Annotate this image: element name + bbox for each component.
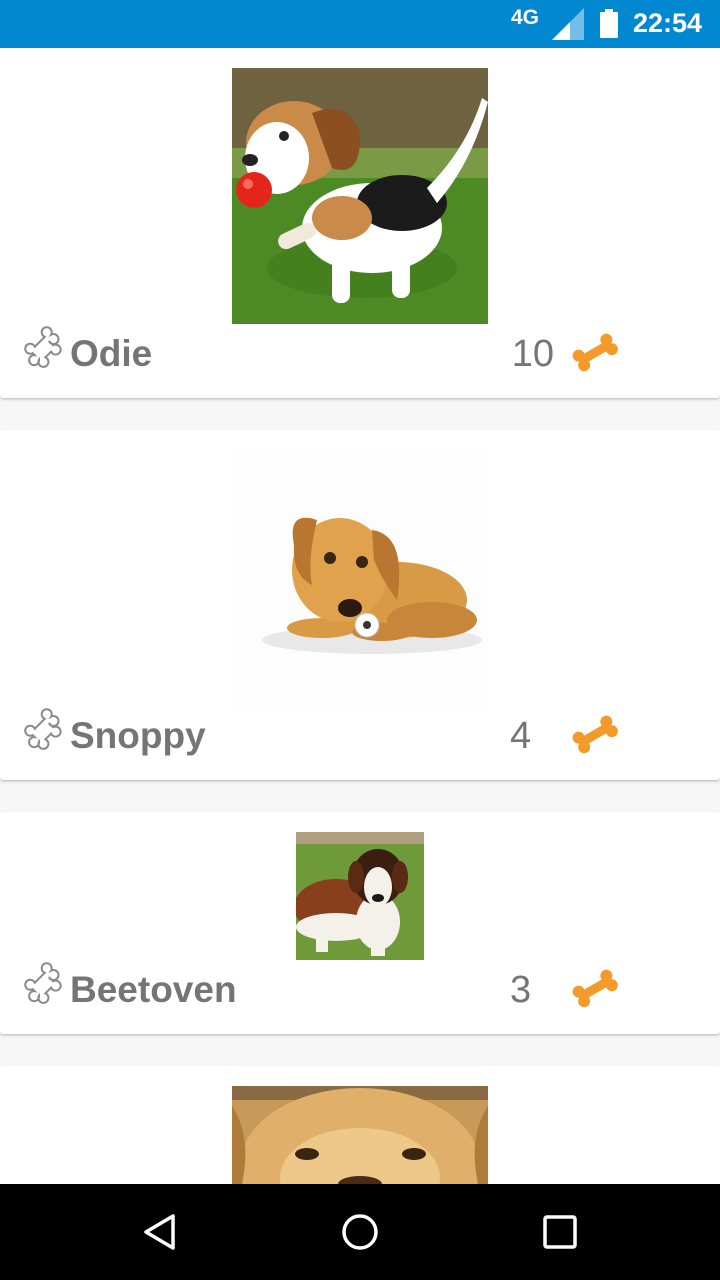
bone-outline-icon [24,326,62,368]
dog-name: Beetoven [70,969,237,1010]
dog-list[interactable]: Odie 10 Snoppy 4 Beetoven 3 [0,48,720,1184]
home-circle-icon[interactable] [340,1212,380,1252]
beagle-puppy-photo [232,68,488,324]
network-type: 4G [511,6,540,29]
st-bernard-photo [296,832,424,960]
recents-square-icon[interactable] [540,1212,580,1252]
dog-name: Snoppy [70,715,206,756]
dog-card[interactable]: Snoppy 4 [0,430,720,780]
golden-puppy-photo [232,450,488,706]
bone-outline-icon [24,962,62,1004]
status-bar: 4G 22:54 [0,0,720,48]
battery-icon [600,9,618,38]
navigation-bar [0,1184,720,1280]
clock: 22:54 [633,8,703,38]
golden-retriever-photo [232,1086,488,1184]
bone-icon[interactable] [568,966,622,1010]
bone-icon[interactable] [568,330,622,374]
bone-count: 10 [511,333,554,375]
dog-name: Odie [70,333,153,374]
dog-card[interactable]: Beetoven 3 [0,812,720,1034]
bone-count: 4 [510,715,532,757]
back-triangle-icon[interactable] [140,1212,180,1252]
dog-card[interactable] [0,1066,720,1184]
signal-icon [552,8,584,40]
bone-count: 3 [510,969,532,1011]
bone-icon[interactable] [568,712,622,756]
bone-outline-icon [24,708,62,750]
dog-card[interactable]: Odie 10 [0,48,720,398]
